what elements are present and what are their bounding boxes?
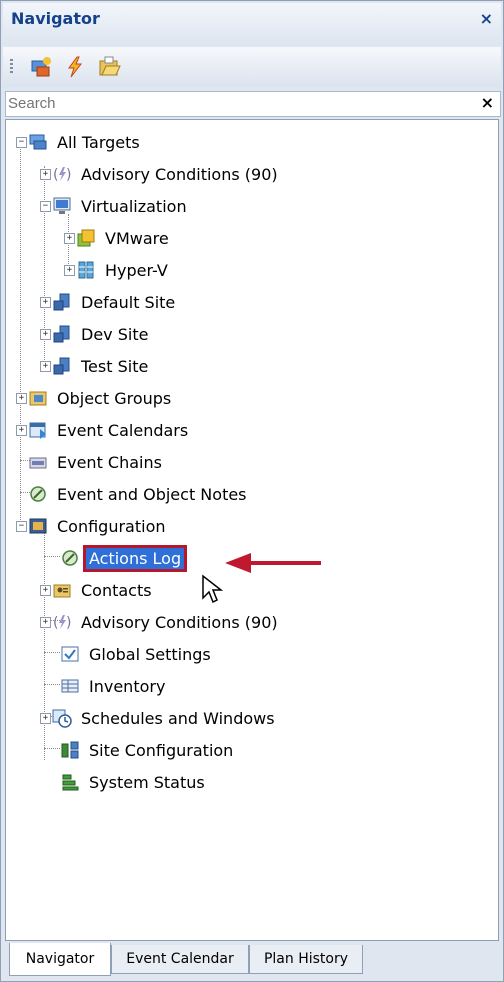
tab-event-calendar[interactable]: Event Calendar [111,945,249,974]
tree-item-actions-log[interactable]: Actions Log [60,544,188,572]
tree-item-object-groups[interactable]: Object Groups [28,384,174,412]
tree-item-global-settings[interactable]: Global Settings [60,640,214,668]
close-icon[interactable]: × [480,9,493,28]
collapse-toggle[interactable]: − [40,201,51,212]
checkbox-settings-icon [61,646,79,662]
tree-item-configuration[interactable]: Configuration [28,512,169,540]
bottom-tab-strip: Navigator Event Calendar Plan History [9,943,499,979]
schedule-clock-icon [52,709,72,728]
navigator-tree: − All Targets + ( ) Advisory Conditions … [5,119,499,941]
tree-item-hyper-v[interactable]: Hyper-V [76,256,171,284]
navigator-panel: Navigator × × [0,0,504,982]
tab-navigator[interactable]: Navigator [9,943,111,976]
tree-item-all-targets[interactable]: All Targets [28,128,143,156]
expand-toggle[interactable]: + [64,265,75,276]
event-chains-icon [29,457,47,469]
lightning-icon[interactable] [63,55,87,79]
actions-log-icon [62,550,78,566]
svg-text:): ) [66,167,71,183]
expand-toggle[interactable]: + [40,329,51,340]
monitor-icon [53,197,71,214]
event-calendar-icon [29,422,46,439]
contacts-icon [53,584,71,598]
advisory-icon: ( ) [53,167,71,183]
tree-item-vmware[interactable]: VMware [76,224,172,252]
tab-plan-history[interactable]: Plan History [249,945,363,974]
inventory-table-icon [61,679,79,693]
hyper-v-icon [78,261,94,279]
tree-item-event-calendars[interactable]: Event Calendars [28,416,191,444]
notes-icon [30,486,46,502]
tree-item-event-chains[interactable]: Event Chains [28,448,165,476]
expand-toggle[interactable]: + [40,169,51,180]
expand-toggle[interactable]: + [16,425,27,436]
expand-toggle[interactable]: + [64,233,75,244]
advisory-icon: ( ) [53,615,71,631]
tree-item-site-configuration[interactable]: Site Configuration [60,736,236,764]
panel-title-bar: Navigator × [3,3,501,39]
clear-search-icon[interactable]: × [481,93,494,112]
panel-title: Navigator [11,9,100,28]
expand-toggle[interactable]: + [40,585,51,596]
all-targets-icon [29,134,47,150]
targets-icon[interactable] [29,55,53,79]
toolbar [3,47,501,87]
system-status-icon [62,774,79,791]
site-configuration-icon [61,741,79,759]
red-arrow-icon [225,553,321,573]
actions-log-label: Actions Log [82,544,188,572]
svg-text:): ) [66,615,71,631]
collapse-toggle[interactable]: − [16,137,27,148]
tree-item-test-site[interactable]: Test Site [52,352,151,380]
folder-open-icon[interactable] [97,55,121,79]
site-icon [53,357,70,375]
collapse-toggle[interactable]: − [16,521,27,532]
tree-item-default-site[interactable]: Default Site [52,288,178,316]
tree-item-dev-site[interactable]: Dev Site [52,320,151,348]
object-groups-icon [29,391,47,406]
expand-toggle[interactable]: + [16,393,27,404]
tree-item-contacts[interactable]: Contacts [52,576,155,604]
vmware-icon [77,229,95,247]
tree-item-system-status[interactable]: System Status [60,768,208,796]
tree-item-schedules-windows[interactable]: Schedules and Windows [52,704,278,732]
tree-item-config-advisory-conditions[interactable]: ( ) Advisory Conditions (90) [52,608,281,636]
expand-toggle[interactable]: + [40,297,51,308]
tree-item-inventory[interactable]: Inventory [60,672,168,700]
tree-item-event-object-notes[interactable]: Event and Object Notes [28,480,250,508]
svg-text:(: ( [53,615,58,631]
configuration-icon [29,518,47,534]
mouse-cursor-icon [202,574,224,604]
svg-text:(: ( [53,167,58,183]
expand-toggle[interactable]: + [40,617,51,628]
tree-item-advisory-conditions[interactable]: ( ) Advisory Conditions (90) [52,160,281,188]
site-icon [53,293,70,311]
expand-toggle[interactable]: + [40,361,51,372]
tree-item-virtualization[interactable]: Virtualization [52,192,190,220]
toolbar-grip[interactable] [10,59,13,75]
search-box: × [5,91,501,117]
expand-toggle[interactable]: + [40,713,51,724]
search-input[interactable] [8,93,468,113]
site-icon [53,325,70,343]
